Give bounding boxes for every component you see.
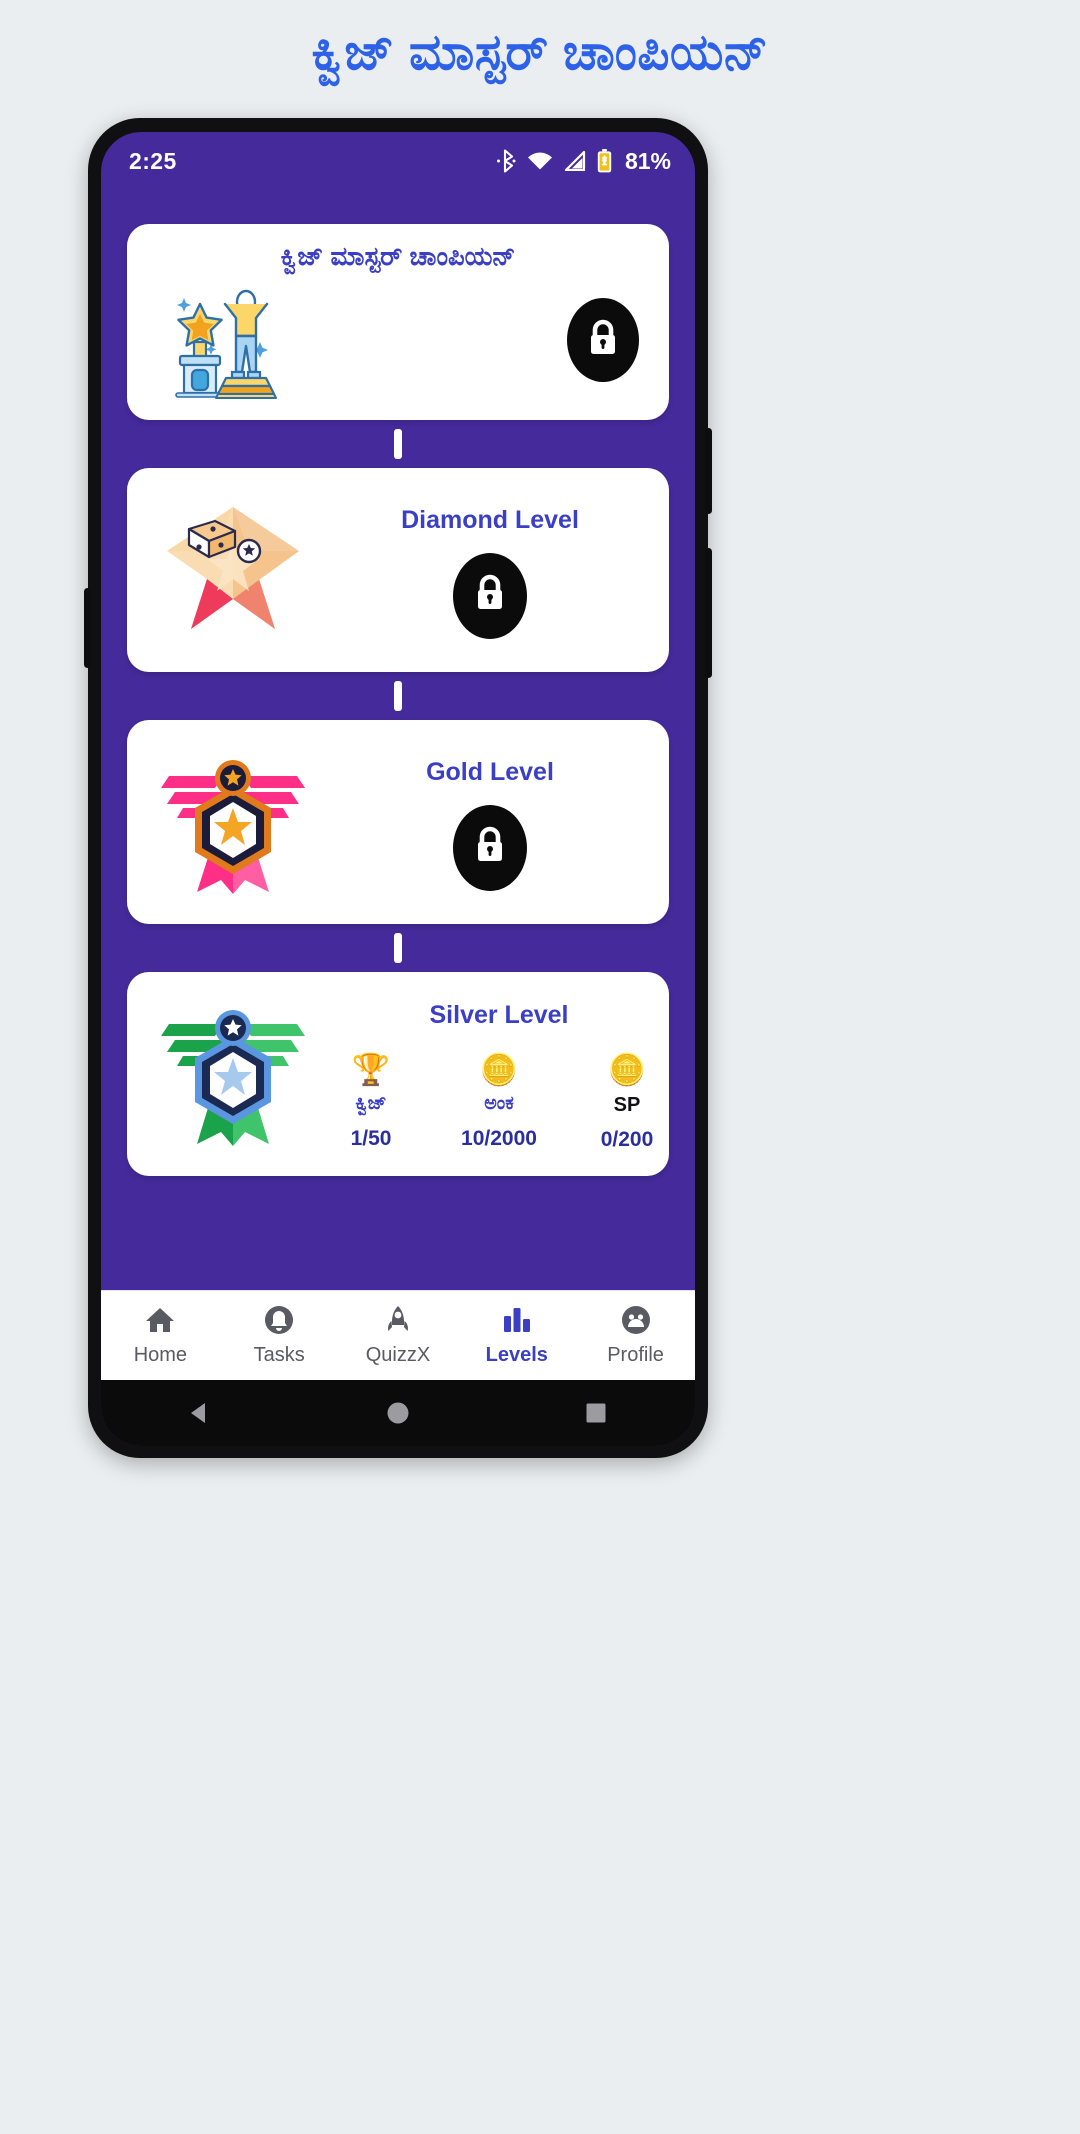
stat-value: 1/50 [350,1127,392,1151]
diamond-star-badge-illustration [141,480,325,660]
coins-emoji: 🪙 [479,1051,519,1087]
back-triangle-icon[interactable] [187,1400,213,1426]
status-icons: 81% [496,148,671,175]
level-connector [394,681,402,711]
level-card-title: Gold Level [426,758,554,787]
recents-square-icon[interactable] [583,1400,609,1426]
status-bar: 2:25 81% [101,132,695,190]
nav-label: Levels [485,1344,548,1366]
page-title: ಕ್ವಿಜ್ ಮಾಸ್ಟರ್ ಚಾಂಪಿಯನ್ [311,24,769,80]
system-navigation-bar [101,1380,695,1446]
stat-label: ಕ್ವಿಜ್ [355,1093,387,1115]
bluetooth-icon [496,149,516,173]
bell-icon [264,1304,294,1336]
lock-icon [473,573,507,618]
lock-badge[interactable] [453,552,527,639]
battery-icon [597,149,612,173]
lock-badge[interactable] [567,298,639,383]
phone-frame: 2:25 81% ಕ್ವಿಜ್ ಮಾಸ್ಟರ್ ಚಾಂಪಿಯನ್ Diamond… [84,118,712,1458]
wifi-icon [527,151,553,171]
power-button[interactable] [84,588,91,668]
stat-quiz: 🏆 ಕ್ವಿಜ್ 1/50 [325,1051,417,1151]
stat-value: 0/200 [600,1128,654,1152]
volume-up-button[interactable] [705,428,712,514]
phone-screen: 2:25 81% ಕ್ವಿಜ್ ಮಾಸ್ಟರ್ ಚಾಂಪಿಯನ್ Diamond… [101,132,695,1446]
lock-icon [586,318,620,363]
nav-item-profile[interactable]: Profile [584,1304,688,1367]
nav-item-home[interactable]: Home [108,1304,212,1367]
stat-points: 🪙 ಅಂಕ 10/2000 [453,1051,545,1151]
level-card-diamond[interactable]: Diamond Level [127,468,669,672]
level-connector [394,429,402,459]
status-time: 2:25 [129,147,177,174]
nav-item-quizzx[interactable]: QuizzX [346,1304,450,1367]
bar-chart-icon [502,1304,532,1336]
volume-down-button[interactable] [705,548,712,678]
level-card-title: ಕ್ವಿಜ್ ಮಾಸ್ಟರ್ ಚಾಂಪಿಯನ್ [280,241,516,271]
gold-medal-badge-illustration [141,732,325,912]
rocket-icon [383,1304,413,1336]
nav-label: Profile [607,1344,664,1366]
level-stats: 🏆 ಕ್ವಿಜ್ 1/50 🪙 ಅಂಕ 10/2000 🪙 SP 0/200 [325,1051,673,1152]
trophy-podium-illustration [157,273,341,409]
nav-item-tasks[interactable]: Tasks [227,1304,331,1367]
person-icon [621,1304,651,1336]
stat-sp: 🪙 SP 0/200 [581,1051,673,1152]
cellular-signal-icon [564,151,586,171]
stat-value: 10/2000 [461,1127,537,1151]
stat-label: SP [613,1094,641,1117]
stat-label: ಅಂಕ [484,1093,514,1115]
level-connector [394,933,402,963]
trophy-emoji: 🏆 [351,1051,391,1087]
lock-badge[interactable] [453,804,527,891]
battery-percent: 81% [624,147,671,174]
page-root: ಕ್ವಿಜ್ ಮಾಸ್ಟರ್ ಚಾಂಪಿಯನ್ 2:25 81% ಕ್ವಿಜ್ … [0,0,1080,2134]
level-card-champion[interactable]: ಕ್ವಿಜ್ ಮಾಸ್ಟರ್ ಚಾಂಪಿಯನ್ [127,224,669,420]
nav-label: Home [133,1344,188,1366]
nav-label: QuizzX [365,1344,431,1366]
coin-emoji: 🪙 [607,1051,647,1087]
level-card-title: Silver Level [429,1000,569,1029]
nav-label: Tasks [253,1344,305,1366]
level-card-gold[interactable]: Gold Level [127,720,669,924]
nav-item-levels[interactable]: Levels [465,1304,569,1367]
levels-list[interactable]: ಕ್ವಿಜ್ ಮಾಸ್ಟರ್ ಚಾಂಪಿಯನ್ Diamond Level Go… [101,190,695,1290]
home-circle-icon[interactable] [385,1400,411,1426]
silver-medal-badge-illustration [141,984,325,1164]
level-card-silver[interactable]: Silver Level 🏆 ಕ್ವಿಜ್ 1/50 🪙 ಅಂಕ 10/2000 [127,972,669,1176]
bottom-navigation: Home Tasks QuizzX Levels Profile [101,1290,695,1380]
level-card-title: Diamond Level [401,506,579,535]
home-icon [145,1304,175,1336]
lock-icon [473,825,507,870]
